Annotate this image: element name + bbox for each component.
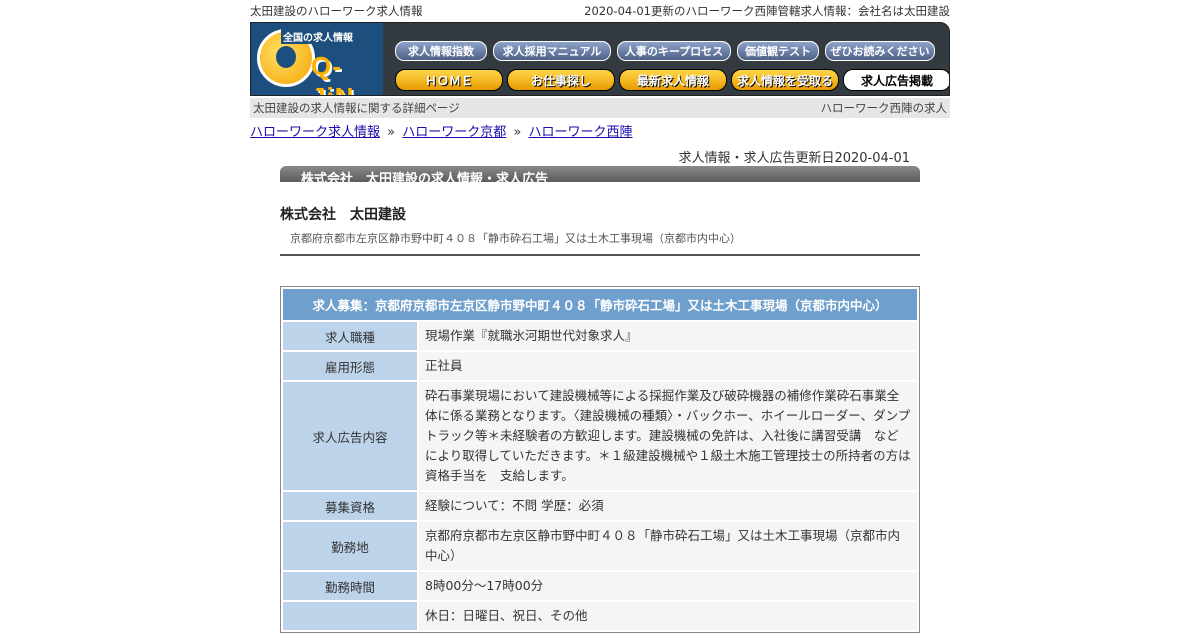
divider bbox=[280, 254, 920, 256]
section-title: 株式会社 太田建設の求人情報・求人広告 bbox=[301, 172, 549, 182]
row-key: 募集資格 bbox=[283, 492, 417, 520]
logo-wordmark: Q-JiN bbox=[311, 51, 353, 95]
row-key: 求人広告内容 bbox=[283, 382, 417, 490]
nav-latest-jobs[interactable]: 最新求人情報 bbox=[619, 69, 727, 91]
row-value: 砕石事業現場において建設機械等による採掘作業及び破砕機器の補修作業砕石事業全体に… bbox=[419, 382, 917, 490]
breadcrumb-separator: » bbox=[387, 125, 396, 140]
breadcrumb: ハローワーク求人情報 » ハローワーク京都 » ハローワーク西陣 bbox=[250, 121, 950, 140]
sub-header-bar: 太田建設の求人情報に関する詳細ページ ハローワーク西陣の求人 bbox=[250, 98, 950, 118]
row-key bbox=[283, 602, 417, 630]
nav-post-ad[interactable]: 求人広告掲載 bbox=[843, 69, 949, 91]
table-row: 勤務時間 8時00分～17時00分 bbox=[283, 572, 917, 600]
nav-hr-process[interactable]: 人事のキープロセス bbox=[617, 41, 731, 61]
subbar-right: ハローワーク西陣の求人 bbox=[820, 101, 948, 115]
page-wrapper: 太田建設のハローワーク求人情報 2020-04-01更新のハローワーク西陣管轄求… bbox=[250, 0, 950, 140]
row-value: 休日：日曜日、祝日、その他 bbox=[419, 602, 917, 630]
company-address: 京都府京都市左京区静市野中町４０８「静市砕石工場」又は土木工事現場（京都市内中心… bbox=[290, 232, 741, 245]
subbar-left: 太田建設の求人情報に関する詳細ページ bbox=[253, 101, 460, 115]
table-row: 求人広告内容 砕石事業現場において建設機械等による採掘作業及び破砕機器の補修作業… bbox=[283, 382, 917, 490]
row-key: 勤務時間 bbox=[283, 572, 417, 600]
table-row: 勤務地 京都府京都市左京区静市野中町４０８「静市砕石工場」又は土木工事現場（京都… bbox=[283, 522, 917, 570]
row-key: 雇用形態 bbox=[283, 352, 417, 380]
table-header-row: 求人募集：京都府京都市左京区静市野中町４０８「静市砕石工場」又は土木工事現場（京… bbox=[283, 289, 917, 320]
nav-secondary: 求人情報指数 求人採用マニュアル 人事のキープロセス 価値観テスト ぜひお読みく… bbox=[395, 41, 935, 61]
nav-receive-jobs[interactable]: 求人情報を受取る bbox=[731, 69, 839, 91]
row-value: 京都府京都市左京区静市野中町４０８「静市砕石工場」又は土木工事現場（京都市内中心… bbox=[419, 522, 917, 570]
company-name: 株式会社 太田建設 bbox=[280, 207, 406, 223]
breadcrumb-hellowork[interactable]: ハローワーク求人情報 bbox=[250, 125, 380, 140]
table-row: 募集資格 経験について：不問 学歴：必須 bbox=[283, 492, 917, 520]
updated-date: 求人情報・求人広告更新日2020-04-01 bbox=[678, 151, 910, 166]
top-line: 太田建設のハローワーク求人情報 2020-04-01更新のハローワーク西陣管轄求… bbox=[250, 0, 950, 22]
row-key: 勤務地 bbox=[283, 522, 417, 570]
row-value: 経験について：不問 学歴：必須 bbox=[419, 492, 917, 520]
nav-job-search[interactable]: お仕事探し bbox=[507, 69, 615, 91]
nav-main: ＨＯＭＥ お仕事探し 最新求人情報 求人情報を受取る 求人広告掲載 bbox=[395, 69, 949, 91]
logo-tagline: 全国の求人情報 bbox=[281, 29, 355, 44]
row-value: 8時00分～17時00分 bbox=[419, 572, 917, 600]
nav-job-index[interactable]: 求人情報指数 bbox=[395, 41, 487, 61]
top-left-text: 太田建設のハローワーク求人情報 bbox=[250, 4, 423, 18]
breadcrumb-kyoto[interactable]: ハローワーク京都 bbox=[402, 125, 506, 140]
nav-home[interactable]: ＨＯＭＥ bbox=[395, 69, 503, 91]
breadcrumb-separator: » bbox=[513, 125, 522, 140]
nav-please-read[interactable]: ぜひお読みください bbox=[825, 41, 935, 61]
table-row: 求人職種 現場作業『就職氷河期世代対象求人』 bbox=[283, 322, 917, 350]
nav-hiring-manual[interactable]: 求人採用マニュアル bbox=[493, 41, 611, 61]
table-header: 求人募集：京都府京都市左京区静市野中町４０８「静市砕石工場」又は土木工事現場（京… bbox=[283, 289, 917, 320]
row-value: 正社員 bbox=[419, 352, 917, 380]
row-key: 求人職種 bbox=[283, 322, 417, 350]
table-row: 雇用形態 正社員 bbox=[283, 352, 917, 380]
row-value: 現場作業『就職氷河期世代対象求人』 bbox=[419, 322, 917, 350]
breadcrumb-nishijin[interactable]: ハローワーク西陣 bbox=[529, 125, 633, 140]
nav-values-test[interactable]: 価値観テスト bbox=[737, 41, 819, 61]
job-detail-table: 求人募集：京都府京都市左京区静市野中町４０８「静市砕石工場」又は土木工事現場（京… bbox=[280, 286, 920, 633]
top-right-text: 2020-04-01更新のハローワーク西陣管轄求人情報：会社名は太田建設 bbox=[584, 4, 950, 18]
table-row: 休日：日曜日、祝日、その他 bbox=[283, 602, 917, 630]
site-logo[interactable]: 全国の求人情報 Q-JiN bbox=[251, 23, 383, 95]
section-title-bar: 株式会社 太田建設の求人情報・求人広告 bbox=[280, 166, 920, 182]
site-banner: 全国の求人情報 Q-JiN 求人情報指数 求人採用マニュアル 人事のキープロセス… bbox=[250, 22, 950, 96]
